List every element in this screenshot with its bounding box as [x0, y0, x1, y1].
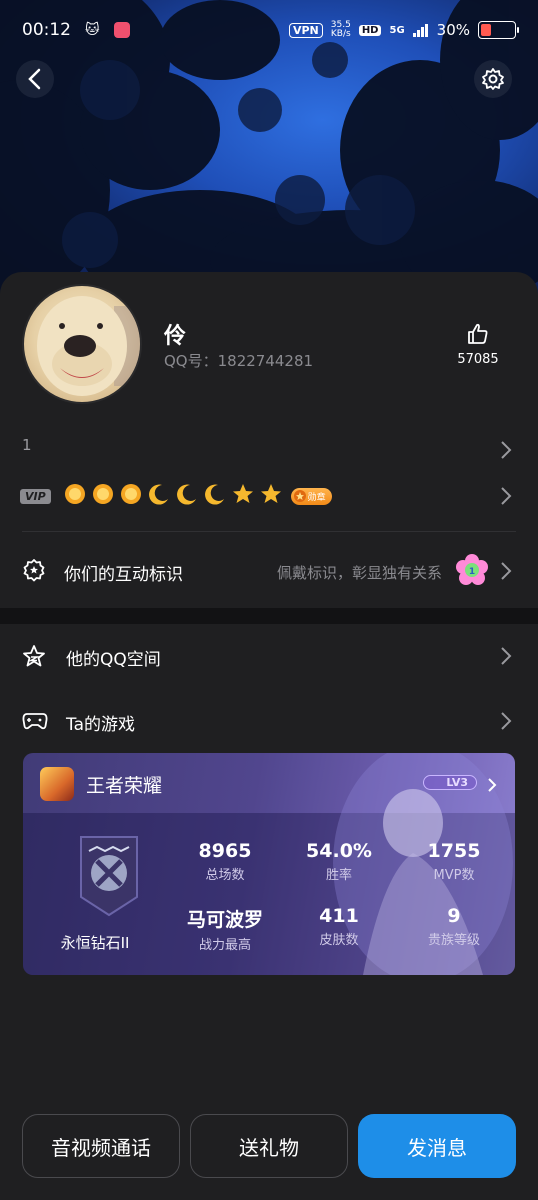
stat-value: 马可波罗 [186, 909, 263, 931]
rank-name: 永恒钻石II [60, 934, 130, 952]
moon-icon [147, 482, 171, 510]
medal-badge[interactable]: 勋章 [290, 487, 332, 505]
hd-indicator: HD [358, 24, 382, 36]
back-arrow-icon [28, 68, 41, 90]
moon-icon [203, 482, 227, 510]
stat-mvp: 1755 MVP数 [409, 840, 499, 883]
speed-unit: KB/s [330, 29, 351, 39]
stat-value: 1755 [427, 840, 481, 862]
cat-icon: 🐱 [85, 22, 100, 38]
stat-label: 皮肤数 [319, 933, 359, 948]
game-logo-icon [40, 767, 74, 801]
section-gap [0, 608, 538, 624]
stat-label: 战力最高 [198, 938, 251, 953]
divider [22, 531, 516, 532]
qzone-link[interactable]: 他的QQ空间 [66, 645, 161, 670]
stat-label: 总场数 [205, 868, 245, 883]
stat-top-hero: 马可波罗 战力最高 [180, 905, 270, 953]
stat-label: 贵族等级 [427, 933, 480, 948]
stat-value: 9 [447, 905, 461, 927]
rank-emblem-icon [80, 836, 138, 917]
stat-skins: 411 皮肤数 [294, 905, 384, 948]
games-link[interactable]: Ta的游戏 [66, 710, 135, 735]
stat-value: 54.0% [306, 840, 372, 862]
stat-value: 8965 [198, 840, 252, 862]
video-call-button[interactable]: 音视频通话 [22, 1114, 180, 1178]
like-count: 57085 [457, 352, 499, 367]
signature[interactable]: 1 [22, 436, 32, 454]
stat-win-rate: 54.0% 胜率 [294, 840, 384, 883]
stat-label: MVP数 [433, 868, 475, 883]
star-outline-icon [23, 645, 45, 667]
chevron-right-icon[interactable] [500, 440, 512, 460]
sun-icon [91, 482, 115, 510]
interaction-marker-label[interactable]: 你们的互动标识 [64, 560, 183, 585]
medal-label: 勋章 [307, 492, 326, 503]
chevron-right-icon[interactable] [500, 646, 512, 666]
chevron-right-icon[interactable] [500, 561, 512, 581]
settings-button[interactable] [474, 60, 512, 98]
interaction-marker-hint: 佩戴标识，彰显独有关系 [277, 564, 443, 582]
status-bar: 00:12 🐱 VPN 35.5 KB/s HD 5G 30% [0, 0, 538, 60]
vip-label: VIP [20, 488, 51, 504]
battery-icon [478, 21, 519, 39]
dog-avatar-image [37, 296, 140, 396]
clock: 00:12 [22, 20, 71, 40]
avatar[interactable] [22, 284, 142, 404]
send-message-button[interactable]: 发消息 [358, 1114, 516, 1178]
gamepad-icon [22, 713, 48, 730]
network-speed: 35.5 KB/s [331, 21, 351, 39]
chevron-right-icon[interactable] [500, 486, 512, 506]
back-button[interactable] [16, 60, 54, 98]
stat-label: 胜率 [325, 868, 352, 883]
like-button[interactable]: 57085 [452, 322, 504, 367]
stat-noble-level: 9 贵族等级 [409, 905, 499, 948]
flower-icon[interactable]: 1 [455, 553, 489, 587]
stat-total-games: 8965 总场数 [180, 840, 270, 883]
send-gift-button[interactable]: 送礼物 [190, 1114, 348, 1178]
qq-number[interactable]: QQ号：1822744281 [164, 350, 313, 371]
moon-icon [175, 482, 199, 510]
app-icon [113, 22, 130, 38]
svg-text:1: 1 [469, 567, 475, 577]
gear-icon [482, 68, 504, 90]
chevron-right-icon[interactable] [500, 711, 512, 731]
sun-icon [119, 482, 143, 510]
vip-level-row[interactable]: VIP 勋章 [20, 482, 332, 510]
game-level-badge: LV3 [423, 775, 477, 790]
network-type: 5G [389, 24, 405, 36]
medal-star-icon [293, 490, 306, 502]
signal-icon [412, 24, 428, 37]
chevron-right-icon[interactable] [487, 777, 497, 793]
star-icon [231, 482, 255, 510]
stat-value: 411 [319, 905, 359, 927]
badge-gear-icon [23, 559, 45, 582]
sun-icon [63, 482, 87, 510]
battery-percent: 30% [436, 21, 470, 39]
star-icon [259, 482, 283, 510]
vpn-indicator: VPN [288, 22, 323, 38]
thumbs-up-icon [468, 323, 488, 344]
game-title: 王者荣耀 [86, 775, 163, 797]
nickname: 伶 [164, 324, 187, 349]
